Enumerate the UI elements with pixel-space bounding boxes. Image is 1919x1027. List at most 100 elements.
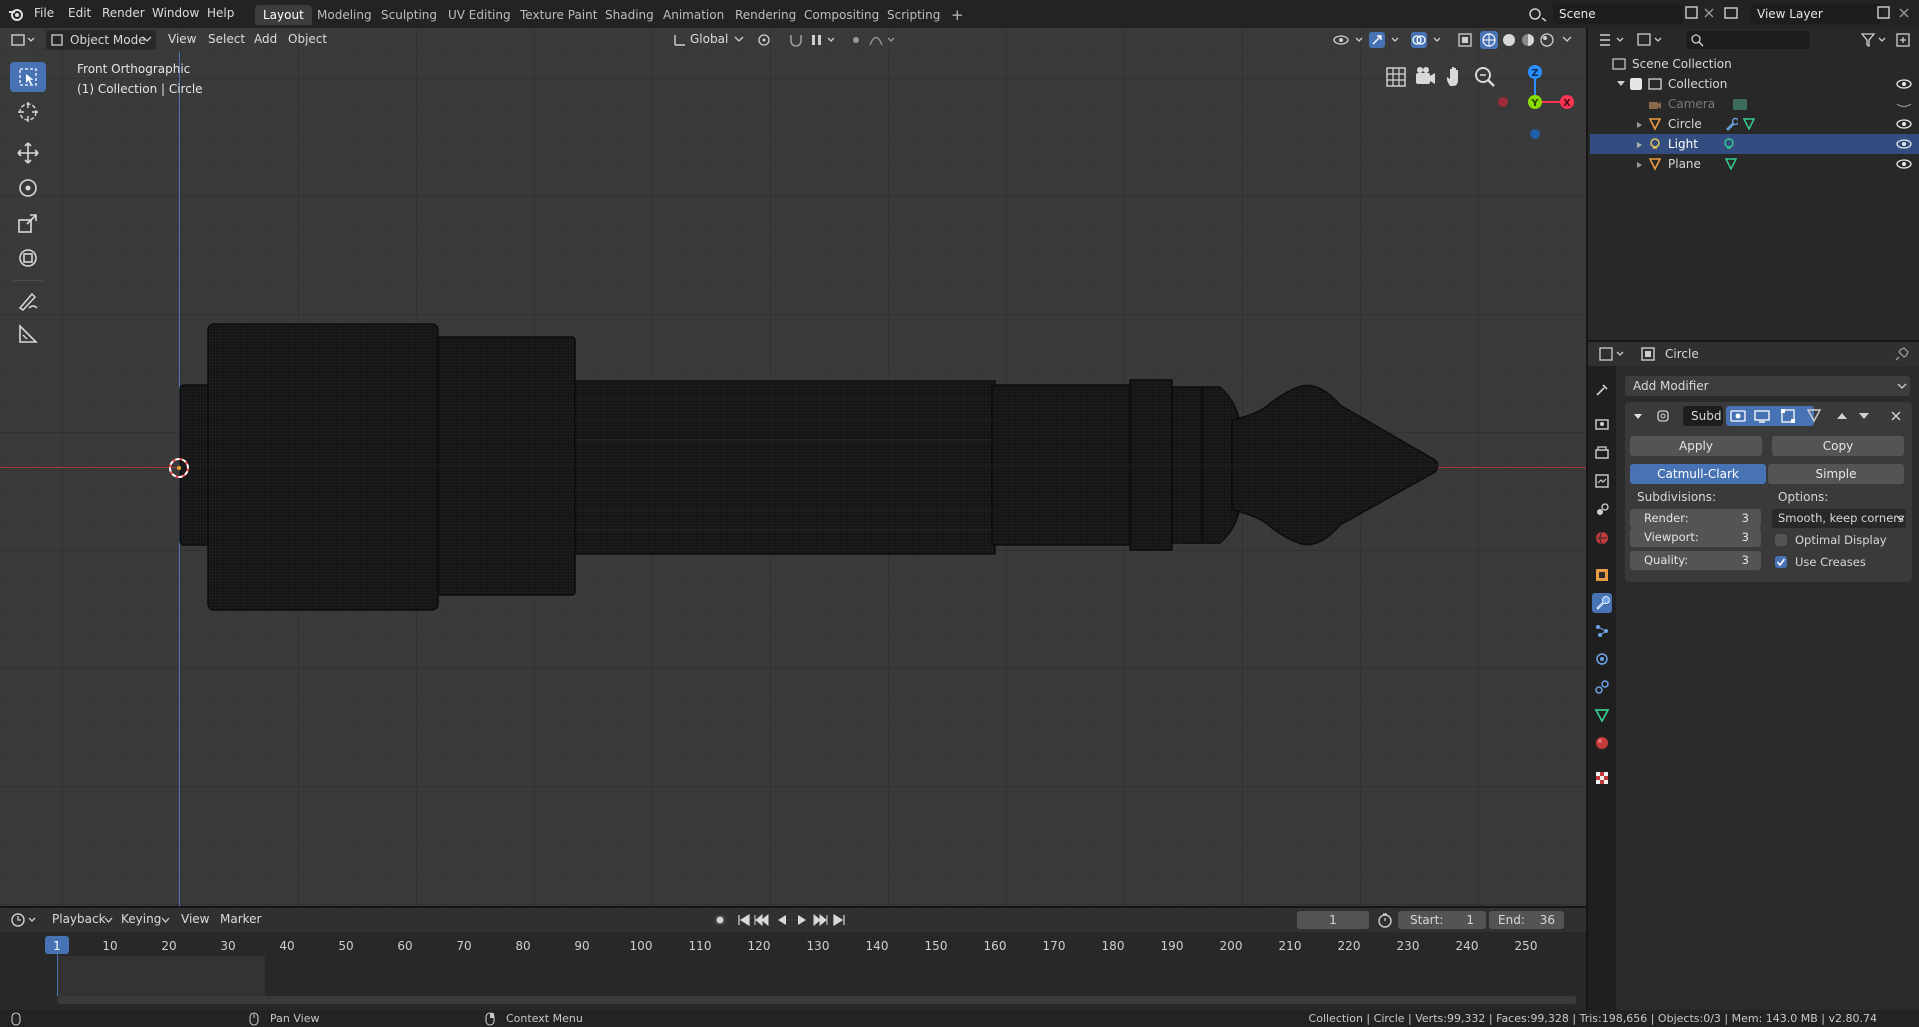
shading-options-chevron-icon[interactable]	[1562, 36, 1572, 44]
proportional-editing-icon[interactable]	[848, 32, 864, 48]
outliner-scene-collection[interactable]: Scene Collection	[1590, 54, 1919, 74]
copy-button[interactable]: Copy	[1772, 436, 1904, 456]
circle-mesh-object[interactable]	[170, 310, 1440, 620]
pan-view-hand-icon[interactable]	[1442, 64, 1468, 90]
navigation-gizmo[interactable]: Z X Y	[1490, 60, 1580, 144]
expand-arrow-icon[interactable]	[1636, 161, 1644, 169]
scene-icon[interactable]	[1527, 5, 1549, 23]
outliner-item-circle[interactable]: Circle	[1590, 114, 1919, 134]
apply-button[interactable]: Apply	[1630, 436, 1762, 456]
new-view-layer-icon[interactable]	[1876, 5, 1892, 21]
quality-field[interactable]: Quality: 3	[1630, 551, 1761, 570]
transform-tool[interactable]	[10, 243, 46, 273]
view-layer-field[interactable]: View Layer	[1751, 4, 1881, 24]
expand-arrow-icon[interactable]	[1636, 141, 1644, 149]
tab-scene[interactable]	[1592, 500, 1612, 520]
menu-playback[interactable]: Playback	[52, 912, 106, 926]
menu-object[interactable]: Object	[288, 32, 327, 46]
rotate-tool[interactable]	[10, 173, 46, 203]
cursor-tool[interactable]	[10, 97, 46, 127]
xray-toggle-icon[interactable]	[1456, 31, 1474, 49]
properties-editor-type-icon[interactable]	[1598, 346, 1628, 362]
menu-add[interactable]: Add	[254, 32, 277, 46]
tab-particles[interactable]	[1592, 621, 1612, 641]
catmull-clark-button[interactable]: Catmull-Clark	[1630, 464, 1766, 484]
visibility-dropdown-icon[interactable]	[1332, 31, 1366, 49]
menu-keying[interactable]: Keying	[121, 912, 161, 926]
outliner-item-plane[interactable]: Plane	[1590, 154, 1919, 174]
collection-checkbox[interactable]	[1630, 78, 1642, 90]
expand-arrow-icon[interactable]	[1636, 121, 1644, 129]
tab-layout[interactable]: Layout	[255, 5, 312, 25]
orientation-dropdown[interactable]: Global	[690, 32, 728, 46]
outliner-search-input[interactable]	[1686, 31, 1810, 49]
outliner-item-camera[interactable]: Camera	[1590, 94, 1919, 114]
playback-controls[interactable]	[736, 912, 848, 928]
use-creases-checkbox[interactable]	[1775, 556, 1787, 568]
end-frame-field[interactable]: End: 36	[1489, 911, 1564, 929]
eye-closed-icon[interactable]	[1896, 98, 1912, 110]
uv-smooth-dropdown[interactable]: Smooth, keep corners	[1772, 509, 1906, 528]
menu-window[interactable]: Window	[152, 6, 199, 20]
display-mode-icon[interactable]	[1636, 31, 1666, 49]
stopwatch-icon[interactable]	[1377, 912, 1393, 928]
add-workspace-button[interactable]: +	[943, 5, 972, 25]
editor-type-icon[interactable]	[10, 32, 36, 48]
pin-icon[interactable]	[1894, 346, 1910, 362]
annotate-tool[interactable]	[10, 285, 46, 315]
falloff-icon[interactable]	[868, 32, 898, 48]
outliner-collection[interactable]: Collection	[1590, 74, 1919, 94]
start-frame-field[interactable]: Start: 1	[1398, 911, 1486, 929]
record-button-icon[interactable]	[712, 912, 728, 928]
shading-mode-icons[interactable]	[1480, 31, 1562, 49]
snap-icon[interactable]	[788, 32, 806, 48]
view-layer-icon[interactable]	[1722, 5, 1744, 23]
chevron-down-icon[interactable]	[104, 917, 113, 924]
expand-arrow-icon[interactable]	[1616, 80, 1626, 88]
render-toggle-icon[interactable]	[1730, 408, 1746, 424]
modifier-name-input[interactable]: Subd	[1683, 406, 1723, 426]
remove-modifier-icon[interactable]	[1890, 410, 1902, 422]
blender-logo-icon[interactable]	[8, 6, 24, 22]
tab-modeling[interactable]: Modeling	[309, 5, 380, 25]
timeline-scrollbar[interactable]	[57, 996, 1577, 1004]
eye-icon[interactable]	[1896, 118, 1912, 130]
menu-file[interactable]: File	[34, 6, 54, 20]
tab-world[interactable]	[1592, 528, 1612, 548]
tab-texture-paint[interactable]: Texture Paint	[512, 5, 605, 25]
viewport-levels-field[interactable]: Viewport: 3	[1630, 528, 1761, 547]
tab-tool[interactable]	[1592, 380, 1612, 400]
eye-icon[interactable]	[1896, 158, 1912, 170]
tab-render[interactable]	[1592, 414, 1612, 434]
menu-timeline-view[interactable]: View	[181, 912, 209, 926]
camera-view-icon[interactable]	[1412, 64, 1438, 90]
tab-animation[interactable]: Animation	[655, 5, 732, 25]
menu-select[interactable]: Select	[208, 32, 245, 46]
menu-help[interactable]: Help	[207, 6, 234, 20]
toggle-grid-view-icon[interactable]	[1383, 64, 1409, 90]
scale-tool[interactable]	[10, 208, 46, 238]
tab-sculpting[interactable]: Sculpting	[373, 5, 445, 25]
eye-icon[interactable]	[1896, 138, 1912, 150]
tab-texture[interactable]	[1592, 768, 1612, 788]
filter-icon[interactable]	[1860, 31, 1890, 49]
eye-icon[interactable]	[1896, 78, 1912, 90]
scene-field[interactable]: Scene	[1553, 4, 1683, 24]
tab-data[interactable]	[1592, 705, 1612, 725]
select-box-tool[interactable]	[10, 62, 46, 92]
collapse-arrow-icon[interactable]	[1633, 412, 1643, 422]
gizmo-toggle-icon[interactable]	[1368, 31, 1404, 49]
move-tool[interactable]	[10, 138, 46, 168]
chevron-down-icon[interactable]	[161, 917, 170, 924]
tab-view-layer[interactable]	[1592, 471, 1612, 491]
outliner-item-light[interactable]: Light	[1590, 134, 1919, 154]
current-frame-field[interactable]: 1	[1297, 911, 1369, 929]
simple-button[interactable]: Simple	[1768, 464, 1904, 484]
move-down-icon[interactable]	[1858, 410, 1870, 422]
on-cage-toggle-icon[interactable]	[1806, 408, 1822, 424]
snap-target-icon[interactable]	[810, 32, 838, 48]
render-levels-field[interactable]: Render: 3	[1630, 509, 1761, 528]
tab-compositing[interactable]: Compositing	[796, 5, 887, 25]
menu-render[interactable]: Render	[102, 6, 145, 20]
mode-dropdown[interactable]: Object Mode	[46, 30, 156, 50]
